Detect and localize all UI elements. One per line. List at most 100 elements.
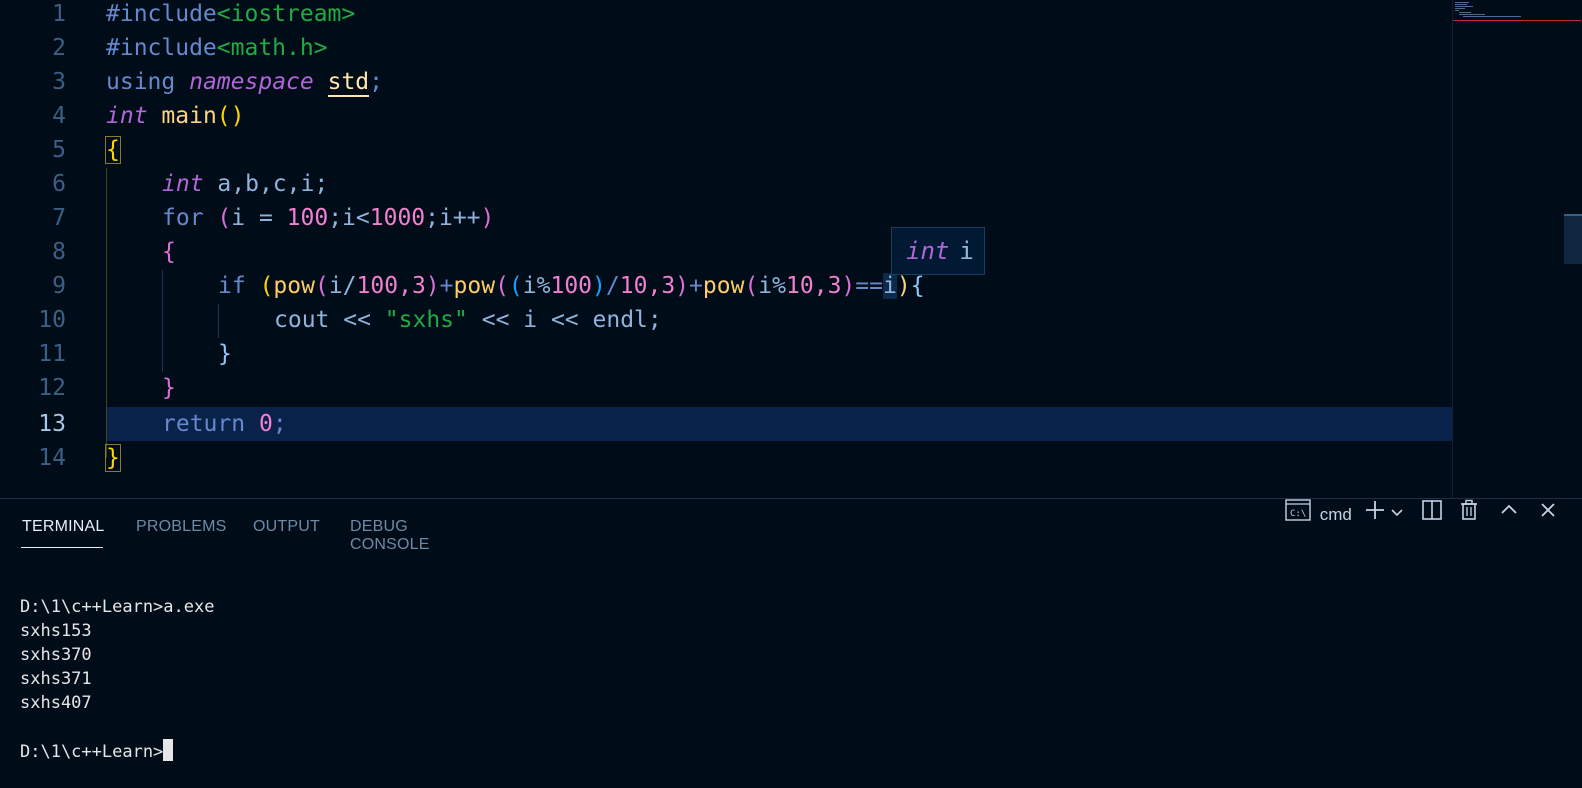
semicolon: ; [272, 411, 287, 437]
indent-guide [218, 304, 219, 338]
hover-tooltip: int i [891, 227, 985, 275]
current-line-highlight [106, 407, 1452, 441]
code-line-3[interactable]: using namespace std; [106, 65, 383, 99]
code-line-10[interactable]: cout << "sxhs" << i << endl; [274, 303, 662, 337]
line-number: 4 [52, 103, 66, 129]
number: 100 [286, 205, 329, 231]
semicolon: ; [369, 69, 383, 95]
code-line-14[interactable]: } [105, 441, 121, 475]
paren: ) [425, 273, 440, 299]
paren: ) [480, 205, 495, 231]
active-tab-indicator [21, 547, 103, 548]
code-line-7[interactable]: for (i = 100;i<1000;i++) [162, 201, 494, 235]
keyword: using [106, 69, 176, 95]
kill-terminal-button[interactable] [1459, 499, 1479, 529]
number: 10 [786, 273, 814, 299]
paren: ( [259, 273, 274, 299]
code-line-2[interactable]: #include<math.h> [106, 31, 328, 65]
keyword: return [162, 411, 246, 437]
number: 1000 [369, 205, 426, 231]
paren: ) [592, 273, 606, 299]
shell-name: cmd [1319, 505, 1352, 524]
brace: } [218, 341, 232, 367]
number: 100 [356, 273, 399, 299]
svg-text:C:\: C:\ [1290, 509, 1306, 519]
maximize-panel-button[interactable] [1499, 499, 1519, 529]
code-text: << i << endl; [467, 307, 662, 333]
code-line-8[interactable]: { [162, 235, 176, 269]
hovered-identifier[interactable]: i [882, 273, 897, 299]
code-line-9[interactable]: if (pow(i/100,3)+pow((i%100)/10,3)+pow(i… [218, 269, 925, 303]
function-call: pow [273, 273, 315, 299]
terminal-line: D:\1\c++Learn>a.exe [20, 597, 215, 617]
minimap[interactable] [1452, 0, 1582, 498]
terminal-line: sxhs370 [20, 645, 92, 665]
terminal-output[interactable]: D:\1\c++Learn>a.exe sxhs153 sxhs370 sxhs371… [20, 595, 214, 764]
brace: { [105, 136, 121, 164]
close-panel-button[interactable] [1538, 499, 1558, 529]
code-text: i/ [328, 273, 357, 299]
tooltip-type: int [906, 237, 950, 265]
preprocessor: #include [106, 1, 217, 27]
minimap-line [1455, 8, 1465, 9]
code-line-12[interactable]: } [162, 371, 176, 405]
code-line-4[interactable]: int main() [106, 99, 245, 133]
terminal-line: sxhs153 [20, 621, 92, 641]
code-editor[interactable]: 1 2 3 4 5 6 7 8 9 10 11 12 13 14 #includ… [0, 0, 1582, 498]
keyword: if [218, 273, 246, 299]
number: 10 [619, 273, 648, 299]
tab-debug-console[interactable]: DEBUG CONSOLE [350, 518, 430, 554]
minimap-line [1463, 16, 1521, 17]
split-terminal-button[interactable] [1421, 499, 1443, 529]
minimap-line [1459, 14, 1485, 15]
comma: , [398, 273, 412, 299]
code-line-5[interactable]: { [105, 133, 121, 167]
terminal-icon: C:\ [1285, 499, 1311, 531]
line-number: 1 [52, 1, 66, 27]
brace: } [105, 444, 121, 472]
paren: ( [216, 103, 231, 129]
terminal-line: sxhs407 [20, 693, 92, 713]
function-name: main [161, 103, 217, 129]
minimap-line [1455, 10, 1459, 11]
minimap-line [1455, 4, 1467, 5]
preprocessor: #include [106, 35, 217, 61]
operator: + [439, 273, 454, 299]
declaration: a,b,c,i; [217, 171, 329, 197]
line-number: 2 [52, 35, 66, 61]
tab-output[interactable]: OUTPUT [253, 518, 320, 536]
paren: ( [508, 273, 523, 299]
code-line-11[interactable]: } [218, 337, 232, 371]
function-call: pow [453, 273, 496, 299]
new-terminal-button[interactable] [1364, 499, 1386, 529]
line-number: 3 [52, 69, 66, 95]
code-line-13[interactable]: return 0; [162, 407, 287, 441]
line-number: 7 [52, 205, 66, 231]
terminal-line: sxhs371 [20, 669, 92, 689]
vertical-scrollbar[interactable] [1564, 214, 1582, 264]
chevron-down-icon [1390, 500, 1404, 530]
paren: ( [744, 273, 759, 299]
code-line-1[interactable]: #include<iostream> [106, 0, 355, 31]
tab-problems[interactable]: PROBLEMS [136, 518, 227, 536]
brace: { [162, 239, 176, 265]
terminal-prompt: D:\1\c++Learn> [20, 742, 164, 762]
launch-profile-button[interactable] [1390, 499, 1404, 529]
comma: , [813, 273, 828, 299]
line-number: 5 [52, 137, 66, 163]
tab-terminal[interactable]: TERMINAL [22, 518, 105, 536]
minimap-line [1455, 6, 1473, 7]
code-text: ;i< [328, 205, 370, 231]
operator: == [855, 273, 883, 299]
code-text: i = [231, 205, 287, 231]
paren: ) [896, 273, 911, 299]
code-text: i% [758, 273, 786, 299]
minimap-line [1459, 12, 1471, 13]
code-line-6[interactable]: int a,b,c,i; [162, 167, 328, 201]
number: 0 [258, 411, 273, 437]
terminal-selector[interactable]: C:\ cmd [1285, 499, 1352, 529]
indent-guide [162, 270, 163, 372]
line-number: 8 [52, 239, 66, 265]
line-number: 12 [38, 375, 66, 401]
